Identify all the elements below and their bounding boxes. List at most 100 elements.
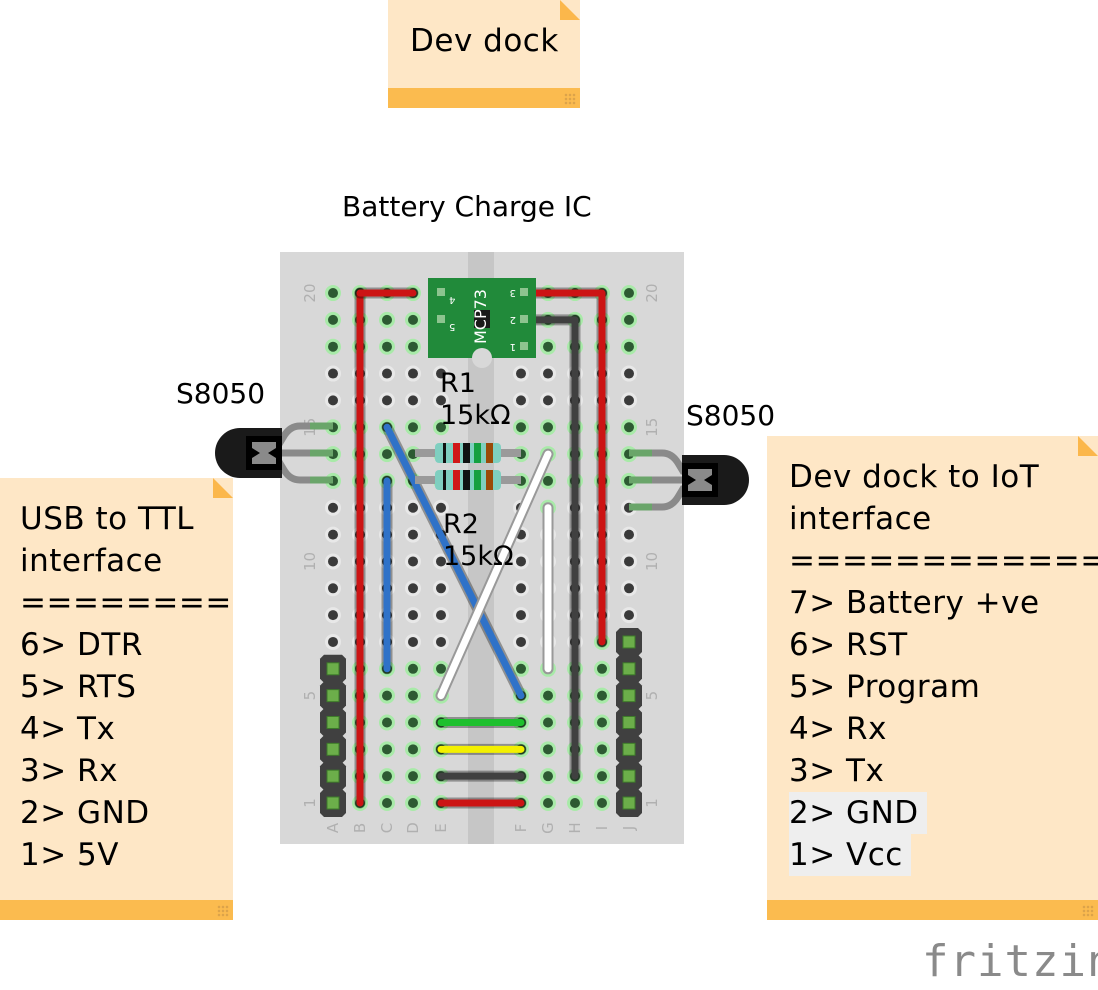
header-pin[interactable] xyxy=(326,662,340,676)
note-usb-ttl-text: USB to TTL interface ======== 6> DTR 5> RTS 4… xyxy=(20,498,232,876)
note-iot-text: Dev dock to IoT interface ============= 7> … xyxy=(789,456,1098,876)
breadboard-hole-center xyxy=(624,341,634,352)
header-pin[interactable] xyxy=(622,715,636,729)
breadboard-hole-center xyxy=(624,583,634,594)
breadboard-hole-center xyxy=(543,717,553,728)
note-line: interface xyxy=(789,501,932,537)
column-label: A xyxy=(324,822,342,833)
header-pin[interactable] xyxy=(622,769,636,783)
breadboard-hole-center xyxy=(624,314,634,325)
row-label: 10 xyxy=(643,552,661,571)
header-pin[interactable] xyxy=(326,769,340,783)
breadboard-hole-center xyxy=(408,771,418,782)
row-label: 20 xyxy=(301,283,319,302)
note-iot-interface[interactable]: Dev dock to IoT interface ============= 7> … xyxy=(767,436,1098,920)
note-usb-ttl[interactable]: USB to TTL interface ======== 6> DTR 5> RTS 4… xyxy=(0,478,233,920)
breadboard-hole-center xyxy=(436,610,446,621)
note-line: 4> Tx xyxy=(20,711,116,747)
breadboard-hole-center xyxy=(624,395,634,406)
breadboard-hole-center xyxy=(543,690,553,701)
breadboard-hole-center xyxy=(408,422,418,433)
note-line: 1> Vcc xyxy=(789,834,911,876)
breadboard-hole-center xyxy=(597,798,607,808)
row-label: 5 xyxy=(643,691,661,701)
breadboard-hole-center xyxy=(597,663,607,674)
breadboard-hole-center xyxy=(543,771,553,782)
breadboard-hole-center xyxy=(624,610,634,621)
row-label: 15 xyxy=(643,418,661,437)
note-line: 3> Rx xyxy=(20,753,118,789)
breadboard-hole-center xyxy=(436,636,446,647)
header-pin[interactable] xyxy=(622,742,636,756)
breadboard-hole-center xyxy=(516,556,526,567)
note-line: 3> Tx xyxy=(789,753,885,789)
breadboard-hole-center xyxy=(597,744,607,755)
note-line: USB to TTL xyxy=(20,501,195,537)
resize-grip-icon[interactable] xyxy=(1082,905,1094,917)
ic-chip[interactable]: MCP73 4 5 3 2 1 xyxy=(428,278,536,368)
resize-grip-icon[interactable] xyxy=(217,905,229,917)
header-pin[interactable] xyxy=(326,796,340,810)
ic-pin-5: 5 xyxy=(449,321,455,332)
header-pin[interactable] xyxy=(326,742,340,756)
breadboard-hole-center xyxy=(408,717,418,728)
header-pin[interactable] xyxy=(622,689,636,703)
breadboard-hole-center xyxy=(382,314,392,325)
breadboard-hole-center xyxy=(624,288,634,299)
breadboard-hole-center xyxy=(597,717,607,728)
breadboard-hole-center xyxy=(382,449,392,460)
breadboard-hole-center xyxy=(328,610,338,621)
row-label: 1 xyxy=(301,798,319,808)
header-pin[interactable] xyxy=(622,796,636,810)
ic-pin-4: 4 xyxy=(449,294,455,305)
breadboard-hole-center xyxy=(624,556,634,567)
note-fold-icon xyxy=(1078,436,1098,456)
note-line: 4> Rx xyxy=(789,711,887,747)
ic-pin-3: 3 xyxy=(510,287,516,298)
breadboard-hole-center xyxy=(382,395,392,406)
note-bar xyxy=(0,900,233,920)
breadboard-hole-center xyxy=(624,529,634,540)
breadboard-hole-center xyxy=(624,422,634,433)
breadboard-hole-center xyxy=(382,771,392,782)
breadboard-hole-center xyxy=(516,395,526,406)
breadboard-hole-center xyxy=(624,368,634,379)
breadboard-hole-center xyxy=(382,798,392,808)
header-pin[interactable] xyxy=(622,635,636,649)
breadboard-hole-center xyxy=(408,690,418,701)
breadboard-hole-center xyxy=(328,502,338,513)
breadboard-hole-center xyxy=(408,610,418,621)
breadboard-hole-center xyxy=(408,556,418,567)
note-line: Dev dock to IoT xyxy=(789,459,1040,495)
breadboard-hole-center xyxy=(408,529,418,540)
breadboard-hole-center xyxy=(543,395,553,406)
breadboard-hole-center xyxy=(408,744,418,755)
column-label: H xyxy=(566,822,584,833)
breadboard-hole-center xyxy=(328,288,338,299)
column-label: C xyxy=(378,823,396,833)
breadboard-hole-center xyxy=(328,395,338,406)
breadboard-hole-center xyxy=(382,744,392,755)
header-pin[interactable] xyxy=(326,715,340,729)
breadboard-hole-center xyxy=(543,422,553,433)
breadboard-hole-center xyxy=(543,368,553,379)
breadboard-hole-center xyxy=(408,583,418,594)
r1-value: 15kΩ xyxy=(440,400,511,431)
note-line: 5> Program xyxy=(789,669,981,705)
breadboard-hole-center xyxy=(408,395,418,406)
header-pin[interactable] xyxy=(326,689,340,703)
column-label: E xyxy=(432,823,450,832)
breadboard-hole-center xyxy=(328,314,338,325)
ic-pin-1: 1 xyxy=(510,341,516,352)
note-bar xyxy=(767,900,1098,920)
column-label: D xyxy=(404,822,422,834)
breadboard-hole-center xyxy=(436,663,446,674)
note-line: 2> GND xyxy=(789,792,927,834)
transistor-right-label: S8050 xyxy=(686,399,776,432)
column-label: I xyxy=(593,826,611,830)
header-pin[interactable] xyxy=(622,662,636,676)
breadboard-hole-center xyxy=(516,368,526,379)
breadboard-hole-center xyxy=(408,341,418,352)
breadboard-hole-center xyxy=(597,771,607,782)
breadboard-hole-center xyxy=(436,583,446,594)
